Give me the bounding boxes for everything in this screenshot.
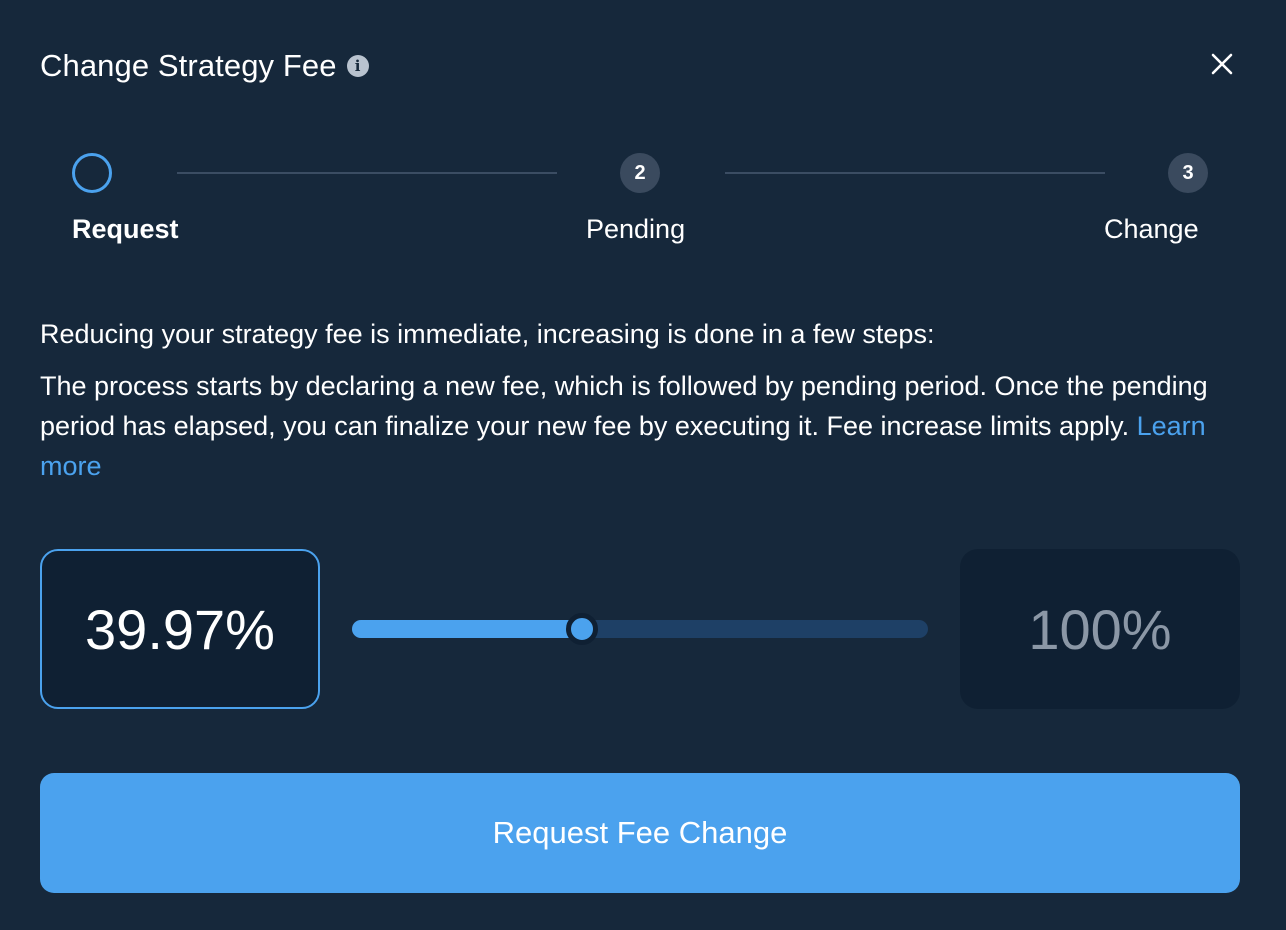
description-body: The process starts by declaring a new fe… [40, 371, 1208, 441]
step-request-marker [72, 153, 112, 193]
slider-fill [352, 620, 583, 638]
step-change-marker: 3 [1168, 153, 1208, 193]
step-connector [177, 172, 557, 174]
modal-header: Change Strategy Fee i [40, 44, 369, 88]
close-button[interactable] [1208, 50, 1236, 78]
current-fee-input[interactable]: 39.97% [40, 549, 320, 709]
description-text: The process starts by declaring a new fe… [40, 366, 1240, 486]
modal-title: Change Strategy Fee [40, 48, 337, 83]
stepper: 2 3 Request Pending Change [40, 150, 1240, 260]
close-icon [1211, 53, 1233, 75]
step-pending-marker: 2 [620, 153, 660, 193]
info-icon[interactable]: i [346, 55, 369, 77]
fee-slider[interactable] [352, 613, 928, 645]
step-connector [725, 172, 1105, 174]
step-pending-label: Pending [586, 214, 686, 244]
step-change-label: Change [1104, 214, 1199, 244]
step-request-label: Request [72, 214, 179, 244]
max-fee-display: 100% [960, 549, 1240, 709]
intro-text: Reducing your strategy fee is immediate,… [40, 319, 935, 349]
slider-thumb[interactable] [566, 613, 599, 645]
request-fee-change-button[interactable]: Request Fee Change [40, 773, 1240, 893]
